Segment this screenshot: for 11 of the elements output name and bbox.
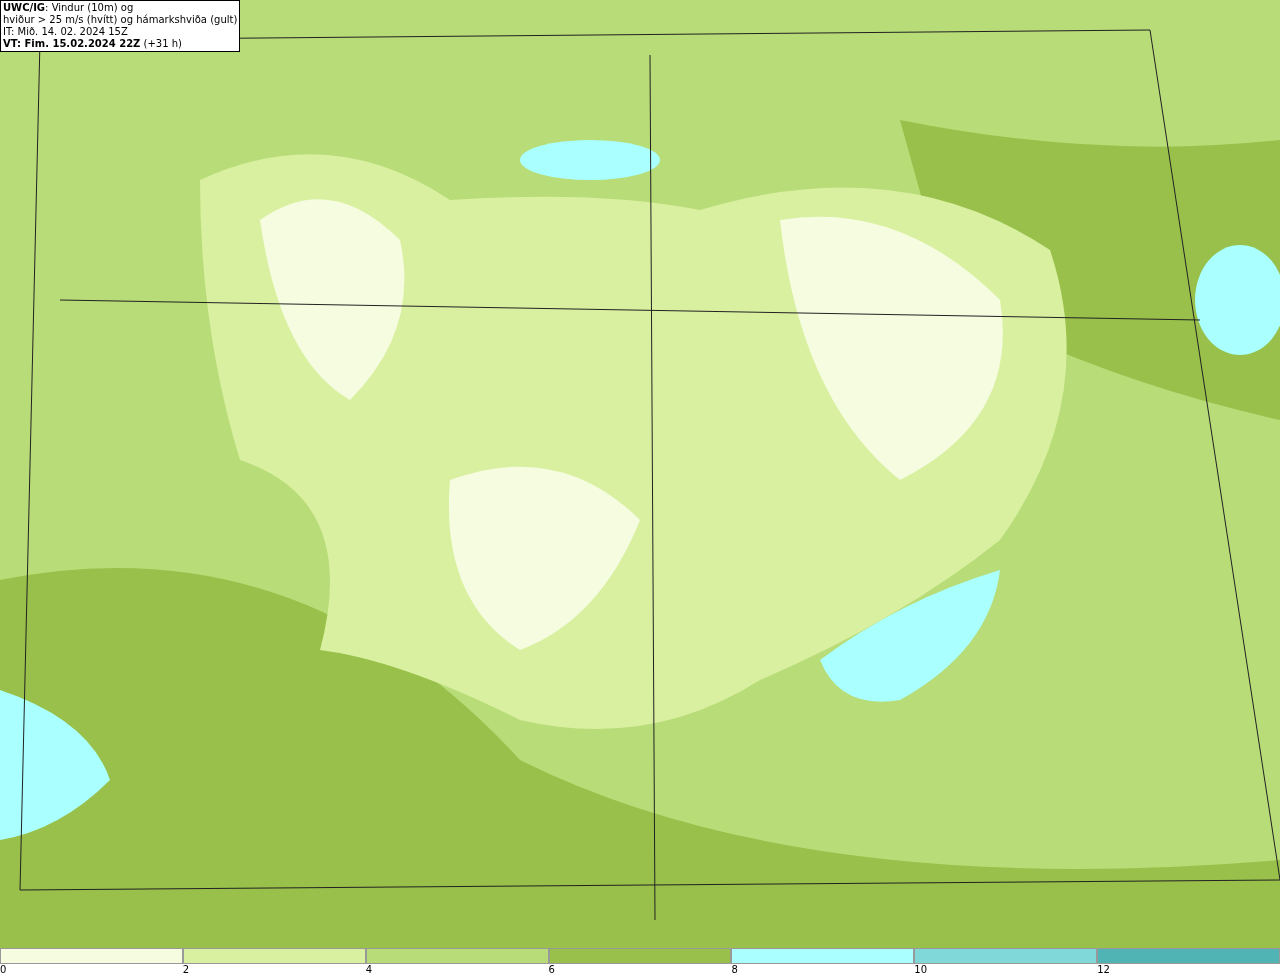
legend-label: 0 <box>0 964 7 976</box>
legend-label: 6 <box>548 964 555 976</box>
title-line: IT: Mið. 14. 02. 2024 15Z <box>3 26 129 38</box>
title-line: UWC/IG: Vindur (10m) og <box>3 2 135 14</box>
legend-label: 2 <box>182 964 190 976</box>
legend-label: 10 <box>914 964 928 976</box>
title-line: hviður > 25 m/s (hvítt) og hámarkshviða (gult) <box>3 14 238 26</box>
legend-label: 12 <box>1097 964 1110 976</box>
title-line: VT: Fim. 15.02.2024 22Z (+31 h) <box>3 38 183 50</box>
legend-label: 4 <box>365 964 373 976</box>
legend-label: 8 <box>731 964 738 976</box>
